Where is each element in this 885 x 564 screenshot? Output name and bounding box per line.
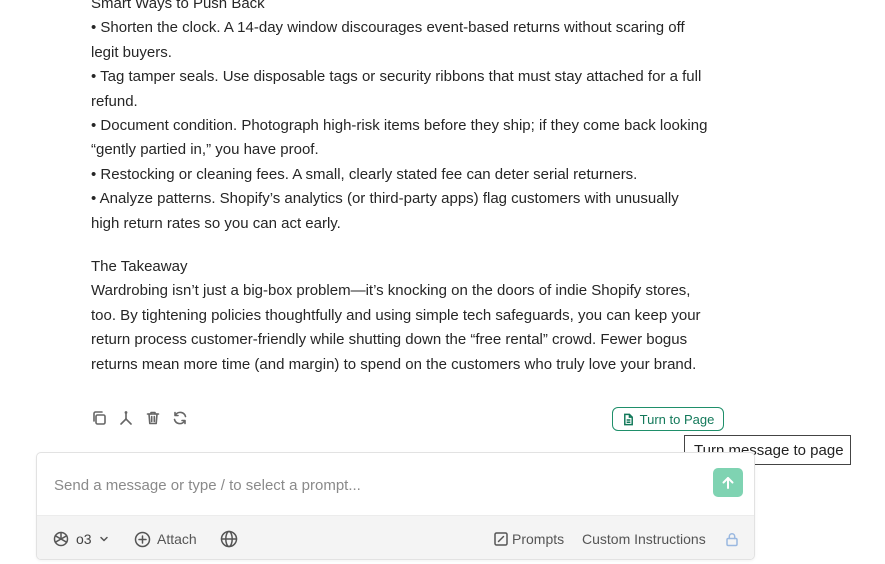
globe-icon [220, 530, 238, 548]
prompts-label: Prompts [512, 531, 565, 547]
fork-icon[interactable] [117, 409, 134, 426]
section-heading: The Takeaway [91, 258, 188, 276]
turn-to-page-button[interactable]: Turn to Page [612, 407, 724, 431]
lock-icon[interactable] [725, 516, 739, 559]
message-actions [90, 409, 188, 426]
plus-circle-icon [134, 531, 151, 547]
regenerate-icon[interactable] [171, 409, 188, 426]
trash-icon[interactable] [144, 409, 161, 426]
message-composer: o3 Attach Prompts Custom Instructions [36, 452, 755, 560]
assistant-message: Smart Ways to Push Back • Shorten the cl… [91, 0, 711, 377]
attach-label: Attach [157, 531, 197, 547]
model-selector[interactable]: o3 [52, 516, 110, 559]
takeaway-paragraph: Wardrobing isn’t just a big-box problem—… [91, 282, 701, 373]
attach-button[interactable]: Attach [134, 516, 197, 559]
bullet-item: • Shorten the clock. A 14-day window dis… [91, 19, 685, 61]
turn-to-page-label: Turn to Page [639, 411, 715, 427]
bullet-item: • Restocking or cleaning fees. A small, … [91, 165, 638, 183]
send-button[interactable] [713, 468, 743, 497]
model-label: o3 [76, 531, 92, 547]
document-icon [623, 413, 633, 425]
arrow-up-icon [722, 476, 734, 489]
section-heading: Smart Ways to Push Back [91, 0, 265, 12]
copy-icon[interactable] [90, 409, 107, 426]
bullet-item: • Document condition. Photograph high-ri… [91, 117, 708, 159]
prompt-icon [494, 532, 508, 546]
model-logo-icon [53, 531, 69, 547]
bullet-item: • Analyze patterns. Shopify’s analytics … [91, 190, 679, 232]
chevron-down-icon [99, 536, 108, 542]
custom-instructions-button[interactable]: Custom Instructions [582, 516, 706, 559]
bullet-item: • Tag tamper seals. Use disposable tags … [91, 68, 702, 110]
message-input[interactable] [52, 473, 696, 497]
custom-instructions-label: Custom Instructions [582, 531, 706, 547]
prompts-button[interactable]: Prompts [494, 516, 565, 559]
web-search-button[interactable] [220, 516, 238, 559]
composer-toolbar: o3 Attach Prompts Custom Instructions [37, 515, 754, 559]
